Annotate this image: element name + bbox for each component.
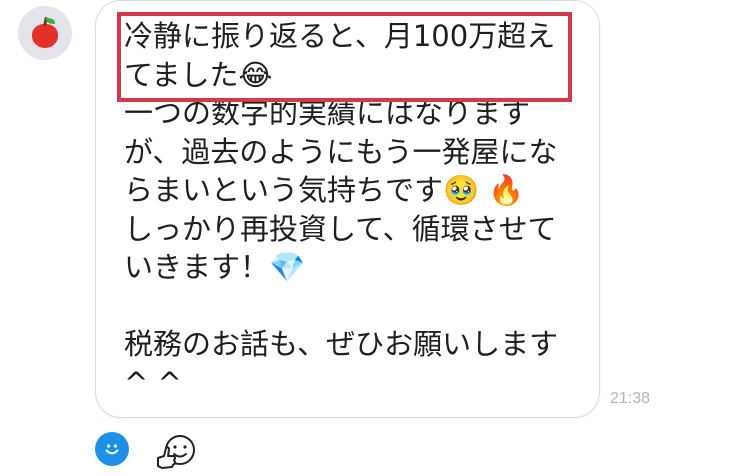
message-line: てました😂 [124, 57, 273, 92]
message-line: が、過去のようにもう一発屋にな [124, 134, 558, 169]
message-line: しっかり再投資して、循環させて [124, 211, 557, 246]
message-timestamp: 21:38 [610, 390, 651, 407]
message-line: 冷静に振り返ると、月100万超え [124, 19, 556, 53]
apple-icon [30, 16, 60, 50]
message-line: 一つの数字的実績にはなります [124, 96, 531, 130]
message-bubble[interactable]: 冷静に振り返ると、月100万超え てました😂 一つの数字的実績にはなります が、… [95, 0, 600, 418]
message-line: ^ ^ [124, 365, 182, 400]
message-text: 冷静に振り返ると、月100万超え てました😂 一つの数字的実績にはなります が、… [124, 17, 594, 402]
stamp-thumbs-icon[interactable] [154, 432, 198, 472]
message-line: 税務のお話も、ぜひお願いします [124, 327, 559, 361]
smiley-reaction-icon[interactable] [95, 432, 129, 466]
message-line: いきます！💎 [124, 250, 306, 284]
message-line: らまいという気持ちです🥹 🔥 [124, 173, 525, 207]
sender-avatar[interactable] [18, 6, 72, 60]
